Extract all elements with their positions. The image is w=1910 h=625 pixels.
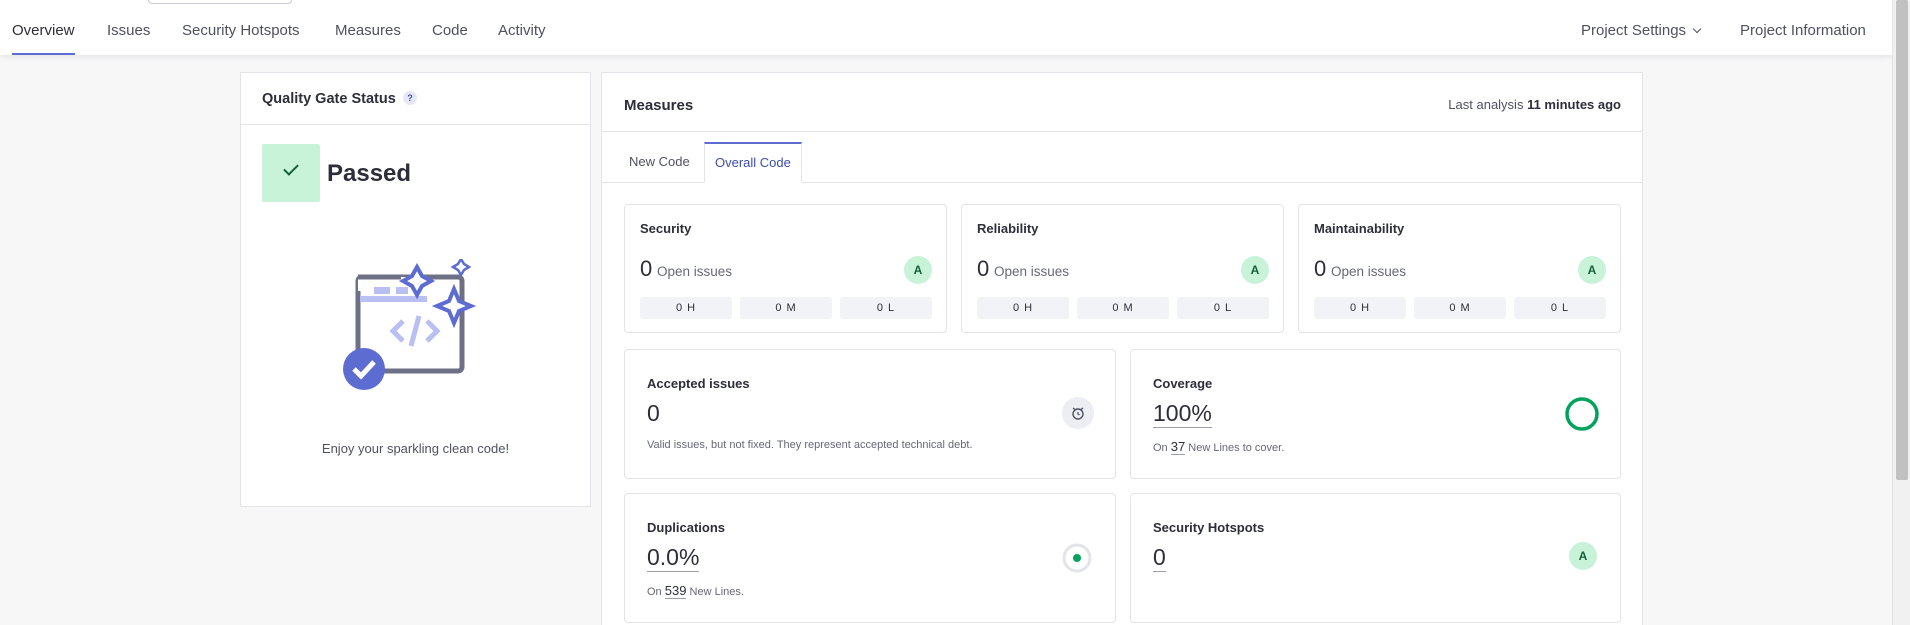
tab-new-code[interactable]: New Code	[619, 142, 700, 183]
header-tab-stub	[148, 0, 292, 4]
reliability-open-count[interactable]: 0	[977, 256, 989, 282]
reliability-grade-badge[interactable]: A	[1241, 256, 1269, 284]
nav-project-information[interactable]: Project Information	[1740, 22, 1866, 39]
open-issues-label: Open issues	[994, 264, 1070, 279]
last-analysis: Last analysis 11 minutes ago	[1448, 97, 1621, 112]
duplications-subtitle: On 539 New Lines.	[647, 583, 744, 599]
security-hotspots-grade-badge[interactable]: A	[1569, 542, 1597, 570]
security-medium-count[interactable]: 0 M	[740, 297, 832, 319]
top-nav: Overview Issues Security Hotspots Measur…	[0, 0, 1892, 55]
clean-code-illustration	[343, 259, 477, 390]
accepted-issues-value[interactable]: 0	[647, 400, 660, 427]
reliability-title: Reliability	[977, 221, 1039, 236]
maintainability-low-count[interactable]: 0 L	[1514, 297, 1606, 319]
quality-gate-title: Quality Gate Status	[262, 91, 396, 107]
maintainability-medium-count[interactable]: 0 M	[1414, 297, 1506, 319]
duplications-title: Duplications	[647, 520, 726, 535]
page-scrollbar[interactable]	[1892, 0, 1910, 625]
duplications-card[interactable]: Duplications 0.0% On 539 New Lines.	[624, 493, 1116, 623]
duplications-lines[interactable]: 539	[664, 583, 687, 599]
last-analysis-label: Last analysis	[1448, 97, 1524, 112]
quality-gate-status: Passed	[327, 160, 412, 187]
duplications-indicator-icon	[1062, 543, 1092, 573]
measures-title: Measures	[624, 97, 694, 114]
divider	[602, 131, 1642, 132]
coverage-suffix: New Lines to cover.	[1188, 442, 1285, 454]
security-open-count[interactable]: 0	[640, 256, 652, 282]
security-title: Security	[640, 221, 692, 236]
coverage-card[interactable]: Coverage 100% On 37 New Lines to cover.	[1130, 349, 1621, 479]
security-hotspots-title: Security Hotspots	[1153, 520, 1265, 535]
security-low-count[interactable]: 0 L	[840, 297, 932, 319]
accepted-issues-title: Accepted issues	[647, 376, 750, 391]
last-analysis-value: 11 minutes ago	[1527, 97, 1621, 112]
nav-measures[interactable]: Measures	[335, 22, 401, 39]
alarm-clock-icon	[1072, 407, 1084, 420]
help-icon[interactable]: ?	[403, 91, 417, 105]
security-hotspots-value[interactable]: 0	[1153, 544, 1166, 572]
duplications-suffix: New Lines.	[689, 586, 744, 598]
quality-gate-message: Enjoy your sparkling clean code!	[321, 441, 510, 456]
security-high-count[interactable]: 0 H	[640, 297, 732, 319]
project-settings-label: Project Settings	[1581, 22, 1687, 39]
chevron-down-icon	[1692, 24, 1702, 34]
reliability-high-count[interactable]: 0 H	[977, 297, 1069, 319]
quality-gate-header: Quality Gate Status ?	[241, 73, 590, 125]
passed-status-badge	[262, 144, 320, 202]
reliability-medium-count[interactable]: 0 M	[1077, 297, 1169, 319]
security-grade-badge[interactable]: A	[904, 256, 932, 284]
maintainability-high-count[interactable]: 0 H	[1314, 297, 1406, 319]
nav-security-hotspots[interactable]: Security Hotspots	[182, 22, 300, 39]
duplications-value[interactable]: 0.0%	[647, 544, 700, 572]
tab-overall-code[interactable]: Overall Code	[704, 142, 802, 183]
open-issues-label: Open issues	[657, 264, 733, 279]
maintainability-grade-badge[interactable]: A	[1578, 256, 1606, 284]
maintainability-card[interactable]: Maintainability 0 Open issues A 0 H 0 M …	[1298, 204, 1621, 333]
accepted-issues-icon	[1062, 397, 1094, 429]
coverage-value[interactable]: 100%	[1153, 400, 1212, 428]
coverage-title: Coverage	[1153, 376, 1213, 391]
scrollbar-thumb[interactable]	[1896, 0, 1908, 480]
coverage-subtitle: On 37 New Lines to cover.	[1153, 439, 1285, 455]
reliability-low-count[interactable]: 0 L	[1177, 297, 1269, 319]
accepted-issues-card[interactable]: Accepted issues 0 Valid issues, but not …	[624, 349, 1116, 479]
coverage-prefix: On	[1153, 442, 1168, 454]
coverage-ring-icon	[1565, 397, 1599, 431]
reliability-card[interactable]: Reliability 0 Open issues A 0 H 0 M 0 L	[961, 204, 1284, 333]
security-hotspots-card[interactable]: Security Hotspots 0 A	[1130, 493, 1621, 623]
nav-issues[interactable]: Issues	[107, 22, 150, 39]
open-issues-label: Open issues	[1331, 264, 1407, 279]
security-card[interactable]: Security 0 Open issues A 0 H 0 M 0 L	[624, 204, 947, 333]
coverage-lines[interactable]: 37	[1170, 439, 1186, 455]
quality-gate-panel: Quality Gate Status ? Passed Enjoy your …	[240, 72, 591, 507]
measures-panel: Measures Last analysis 11 minutes ago Ne…	[601, 72, 1643, 625]
nav-overview[interactable]: Overview	[12, 22, 75, 55]
project-settings-menu[interactable]: Project Settings	[1581, 22, 1702, 39]
nav-activity[interactable]: Activity	[498, 22, 546, 39]
duplications-prefix: On	[647, 586, 662, 598]
checkmark-icon	[283, 160, 299, 176]
maintainability-title: Maintainability	[1314, 221, 1405, 236]
maintainability-open-count[interactable]: 0	[1314, 256, 1326, 282]
nav-code[interactable]: Code	[432, 22, 468, 39]
accepted-issues-description: Valid issues, but not fixed. They repres…	[647, 439, 973, 451]
